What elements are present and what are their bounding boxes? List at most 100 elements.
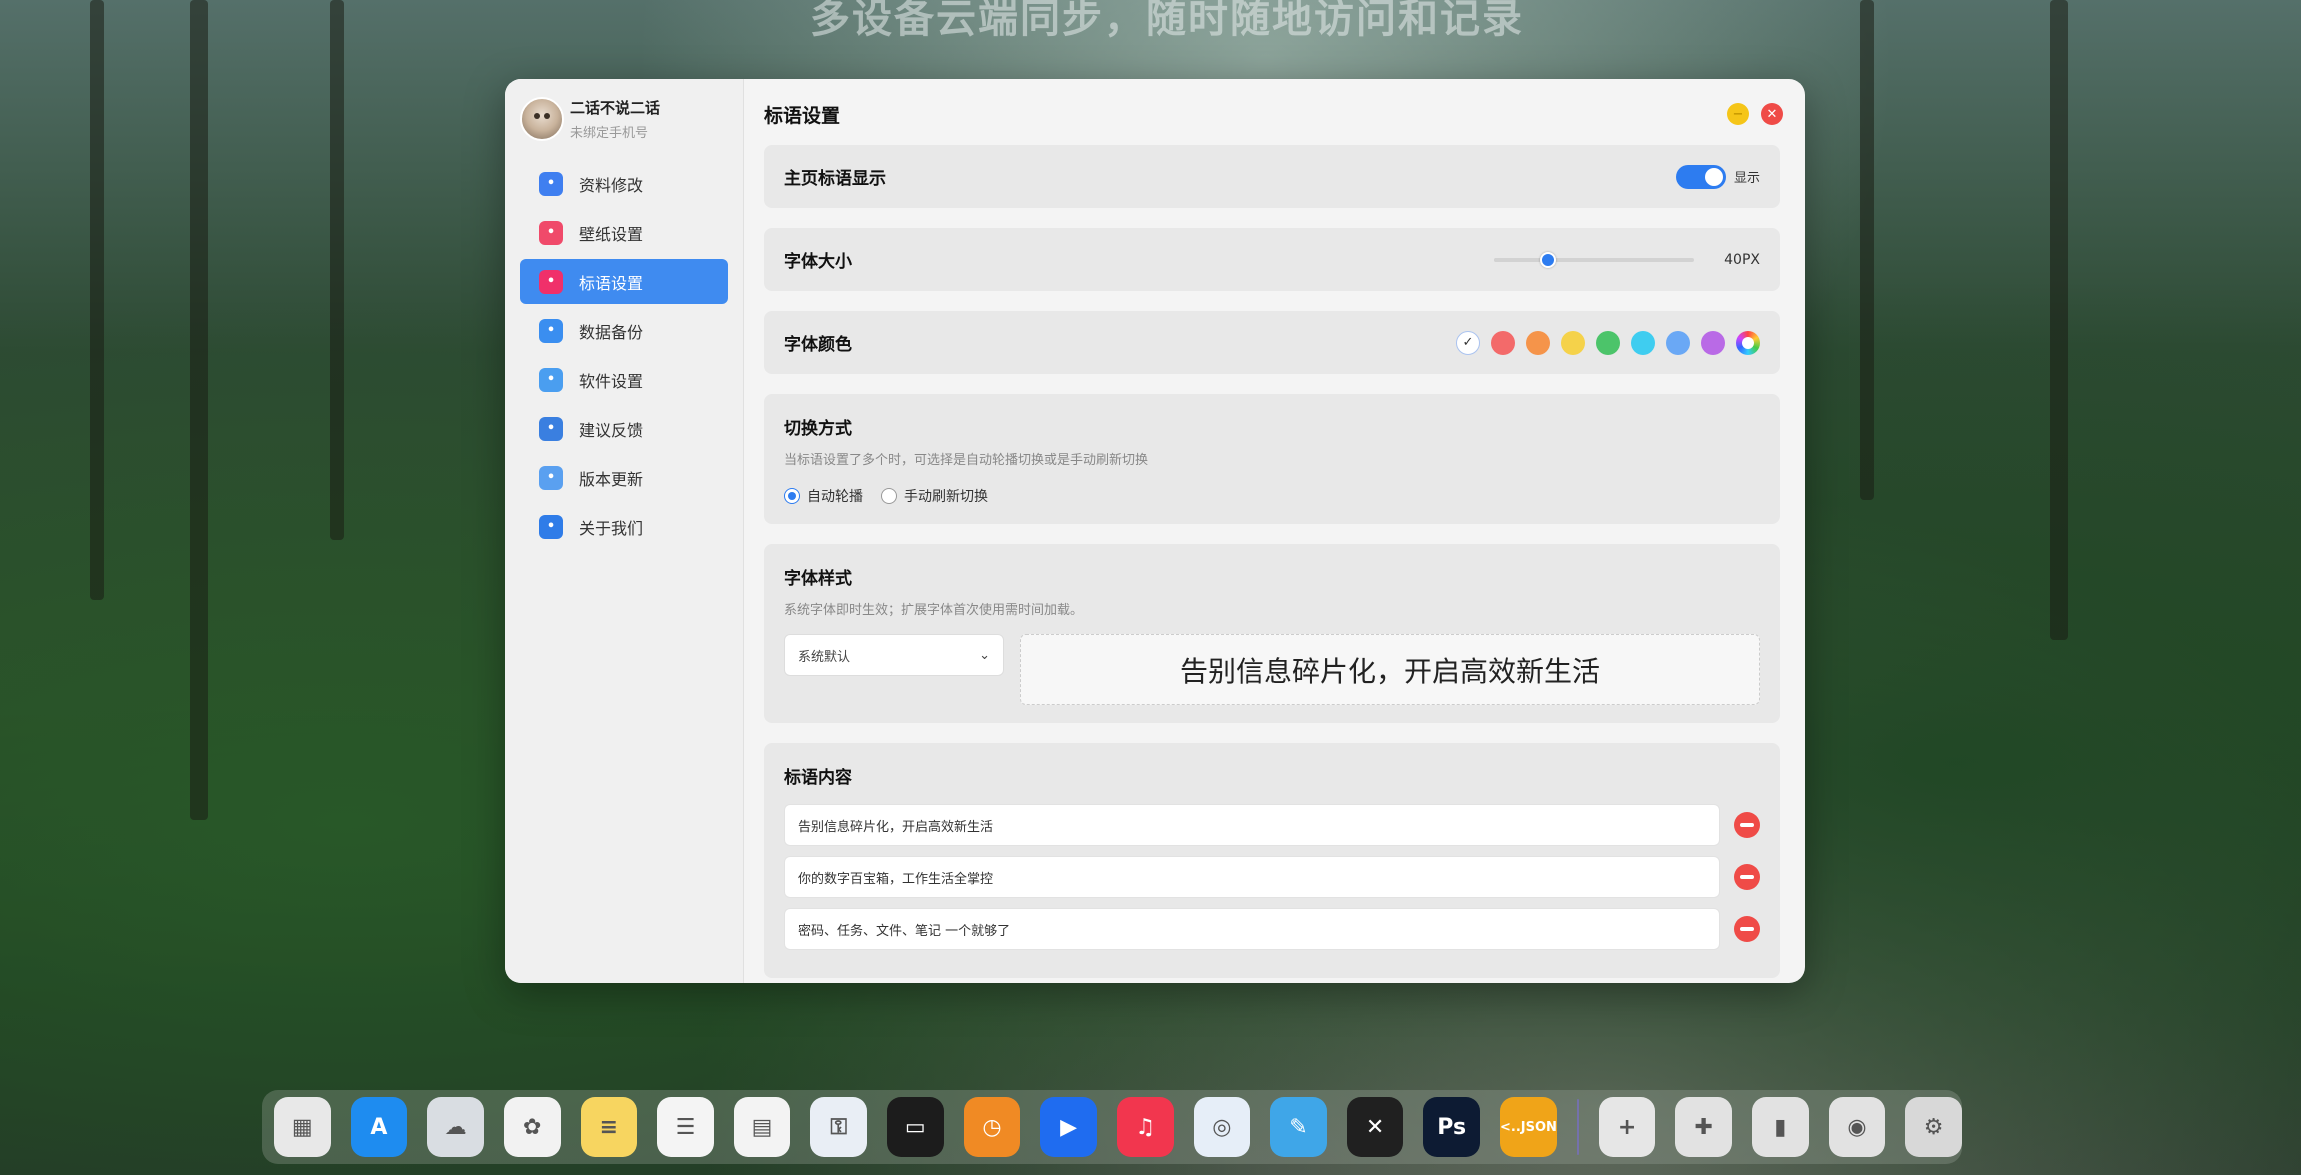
switch-mode-option[interactable]: 自动轮播 bbox=[784, 486, 863, 506]
font-select-value: 系统默认 bbox=[798, 649, 851, 665]
font-size-slider[interactable] bbox=[1494, 251, 1695, 268]
font-size-title: 字体大小 bbox=[784, 252, 852, 272]
slogan-input[interactable]: 你的数字百宝箱，工作生活全掌控 bbox=[784, 856, 1720, 898]
radio-button[interactable] bbox=[784, 488, 800, 504]
tree-trunk bbox=[1860, 0, 1874, 500]
play-icon[interactable]: ▶ bbox=[1040, 1097, 1097, 1157]
sidebar-item-label: 建议反馈 bbox=[579, 420, 644, 440]
radio-button[interactable] bbox=[881, 488, 897, 504]
cloud-icon: • bbox=[539, 318, 563, 343]
sidebar-item-label: 关于我们 bbox=[579, 518, 644, 538]
home-display-card: 主页标语显示 显示 bbox=[764, 145, 1780, 208]
photoshop-icon[interactable]: Ps bbox=[1423, 1097, 1480, 1157]
color-swatch[interactable] bbox=[1666, 330, 1690, 355]
slogan-content-title: 标语内容 bbox=[784, 768, 852, 788]
slogan-input[interactable]: 密码、任务、文件、笔记 一个就够了 bbox=[784, 908, 1720, 950]
custom-color-swatch[interactable] bbox=[1736, 330, 1760, 355]
font-style-card: 字体样式 系统字体即时生效；扩展字体首次使用需时间加载。 系统默认 ⌄ 告别信息… bbox=[764, 544, 1780, 723]
profile-phone-status: 未绑定手机号 bbox=[570, 126, 649, 141]
radio-label: 自动轮播 bbox=[807, 489, 863, 505]
music-icon[interactable]: ♫ bbox=[1116, 1097, 1174, 1157]
passwords-icon[interactable]: ⚿ bbox=[810, 1097, 867, 1157]
settings-icon[interactable]: ⚙ bbox=[1905, 1097, 1962, 1157]
calendar-icon[interactable]: ▤ bbox=[733, 1097, 791, 1157]
monitor-icon: • bbox=[539, 367, 563, 392]
font-size-card: 字体大小 40PX bbox=[764, 228, 1780, 291]
sidebar: 二话不说二话 未绑定手机号 • 资料修改 • 壁纸设置 • 标语设置 • 数据备份 • 软件设置 •… bbox=[505, 79, 744, 983]
clock-icon[interactable]: ◷ bbox=[963, 1097, 1021, 1157]
tree-trunk bbox=[330, 0, 344, 540]
font-color-title: 字体颜色 bbox=[784, 335, 852, 355]
blender-icon[interactable]: ✕ bbox=[1346, 1097, 1404, 1157]
color-swatch[interactable] bbox=[1526, 330, 1550, 355]
wallpaper-icon: • bbox=[539, 220, 563, 245]
background-headline: 多设备云端同步，随时随地访问和记录 bbox=[810, 0, 1524, 42]
remove-slogan-button[interactable] bbox=[1734, 812, 1760, 838]
add-icon[interactable]: + bbox=[1598, 1097, 1656, 1157]
home-display-toggle[interactable] bbox=[1675, 164, 1726, 189]
wallet-icon[interactable]: ▭ bbox=[887, 1097, 944, 1157]
minimize-button[interactable]: − bbox=[1727, 103, 1749, 125]
sidebar-item-label: 资料修改 bbox=[579, 175, 644, 195]
font-size-value: 40PX bbox=[1724, 251, 1760, 268]
close-button[interactable]: ✕ bbox=[1761, 103, 1783, 125]
photos-icon[interactable]: ✿ bbox=[503, 1097, 561, 1157]
launchpad-icon[interactable]: ▦ bbox=[274, 1097, 331, 1157]
color-swatch[interactable] bbox=[1561, 330, 1585, 355]
settings-window: 二话不说二话 未绑定手机号 • 资料修改 • 壁纸设置 • 标语设置 • 数据备份 • 软件设置 •… bbox=[505, 79, 1805, 983]
app-store-icon[interactable]: A bbox=[350, 1097, 408, 1157]
pencil-icon[interactable]: ✎ bbox=[1270, 1097, 1327, 1157]
remove-slogan-button[interactable] bbox=[1734, 916, 1760, 942]
color-swatch[interactable] bbox=[1631, 330, 1655, 355]
slogan-content-card: 标语内容 告别信息碎片化，开启高效新生活 你的数字百宝箱，工作生活全掌控 密码、任务… bbox=[764, 743, 1780, 978]
sidebar-item[interactable]: • 软件设置 bbox=[520, 357, 728, 402]
info-icon: • bbox=[539, 514, 563, 539]
brush-icon[interactable]: ▮ bbox=[1752, 1097, 1809, 1157]
color-swatch[interactable] bbox=[1596, 330, 1620, 355]
sidebar-item-label: 版本更新 bbox=[579, 469, 644, 489]
sidebar-item-label: 标语设置 bbox=[579, 273, 644, 293]
radio-label: 手动刷新切换 bbox=[904, 489, 988, 505]
feedback-icon: • bbox=[539, 416, 563, 441]
remove-slogan-button[interactable] bbox=[1734, 864, 1760, 890]
sidebar-item[interactable]: • 数据备份 bbox=[520, 308, 728, 353]
color-swatch[interactable]: ✓ bbox=[1456, 330, 1480, 355]
speaker-icon[interactable]: ◉ bbox=[1828, 1097, 1886, 1157]
color-swatch[interactable] bbox=[1701, 330, 1725, 355]
plugin-icon[interactable]: ✚ bbox=[1675, 1097, 1733, 1157]
font-preview: 告别信息碎片化，开启高效新生活 bbox=[1020, 634, 1760, 705]
avatar[interactable] bbox=[520, 97, 564, 141]
dock: ▦ A ☁ ✿ ≡ ☰ ▤ ⚿ ▭ ◷ ▶ ♫ ◎ ✎ ✕ Ps <..JSON + ✚ ▮ ◉ ⚙ bbox=[262, 1090, 1962, 1164]
color-swatches: ✓ bbox=[1456, 330, 1760, 355]
home-display-title: 主页标语显示 bbox=[784, 169, 886, 189]
sidebar-item[interactable]: • 资料修改 bbox=[520, 161, 728, 206]
toggle-label: 显示 bbox=[1733, 171, 1760, 186]
sidebar-item[interactable]: • 关于我们 bbox=[520, 504, 728, 549]
notes-icon[interactable]: ≡ bbox=[580, 1097, 638, 1157]
switch-mode-option[interactable]: 手动刷新切换 bbox=[881, 486, 988, 506]
json-icon[interactable]: <..JSON bbox=[1500, 1097, 1557, 1157]
sidebar-item[interactable]: • 标语设置 bbox=[520, 259, 728, 304]
tree-trunk bbox=[190, 0, 208, 820]
slogan-input[interactable]: 告别信息碎片化，开启高效新生活 bbox=[784, 804, 1720, 846]
sidebar-item[interactable]: • 版本更新 bbox=[520, 455, 728, 500]
slogan-row: 你的数字百宝箱，工作生活全掌控 bbox=[784, 856, 1760, 898]
sidebar-item[interactable]: • 建议反馈 bbox=[520, 406, 728, 451]
sidebar-item-label: 软件设置 bbox=[579, 371, 644, 391]
sidebar-item-label: 壁纸设置 bbox=[579, 224, 644, 244]
dock-separator bbox=[1576, 1099, 1579, 1155]
safari-icon[interactable]: ◎ bbox=[1193, 1097, 1251, 1157]
slider-thumb[interactable] bbox=[1540, 251, 1557, 268]
sidebar-item[interactable]: • 壁纸设置 bbox=[520, 210, 728, 255]
chevron-down-icon: ⌄ bbox=[979, 647, 990, 663]
tree-trunk bbox=[2050, 0, 2068, 640]
profile[interactable]: 二话不说二话 未绑定手机号 bbox=[520, 95, 728, 143]
reminders-icon[interactable]: ☰ bbox=[657, 1097, 714, 1157]
slogan-row: 告别信息碎片化，开启高效新生活 bbox=[784, 804, 1760, 846]
page-title: 标语设置 bbox=[764, 104, 841, 127]
tree-trunk bbox=[90, 0, 104, 600]
icloud-icon[interactable]: ☁ bbox=[427, 1097, 484, 1157]
color-swatch[interactable] bbox=[1491, 330, 1515, 355]
main-panel: 标语设置 − ✕ 主页标语显示 显示 字体大小 40PX 字体颜色 ✓ 切换方式… bbox=[744, 79, 1805, 983]
font-select[interactable]: 系统默认 ⌄ bbox=[784, 634, 1004, 676]
